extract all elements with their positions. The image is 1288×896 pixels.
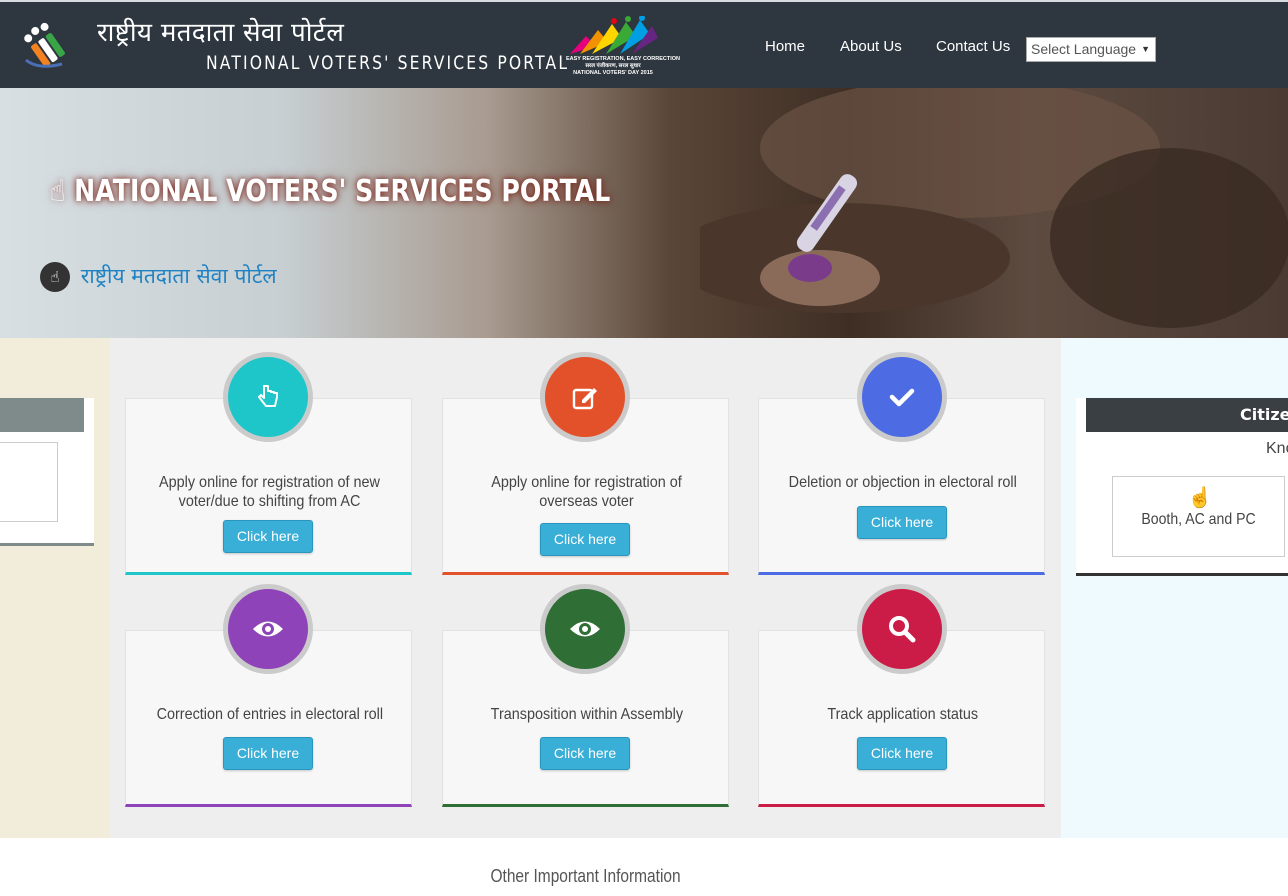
badge-line-1: EASY REGISTRATION, EASY CORRECTION (566, 56, 680, 62)
left-panel-card (0, 398, 94, 546)
service-icon-circle[interactable] (540, 352, 630, 442)
service-label-text: Track application status (827, 706, 978, 723)
finger-ink-image (700, 88, 1288, 328)
service-label: Correction of entries in electoral roll (142, 705, 397, 724)
banner-heading-english: ☝ NATIONAL VOTERS' SERVICES PORTAL (50, 174, 610, 209)
left-panel-header (0, 398, 84, 432)
service-label: Deletion or objection in electoral roll (775, 473, 1030, 492)
citizen-panel-subtitle: Kno (1266, 440, 1288, 457)
search-icon (889, 616, 916, 643)
service-icon-circle[interactable] (223, 584, 313, 674)
citizen-panel-title: Citizen (1086, 398, 1288, 432)
service-label-text: Transposition within Assembly (490, 706, 683, 723)
track-status-click-button[interactable]: Click here (857, 737, 947, 770)
service-label-text: Deletion or objection in electoral roll (788, 474, 1017, 491)
hand-pointer-icon (258, 385, 278, 407)
portal-title-hindi: राष्ट्रीय मतदाता सेवा पोर्टल (97, 18, 345, 48)
banner-heading-english-text: NATIONAL VOTERS' SERVICES PORTAL (74, 174, 611, 209)
service-label: Track application status (775, 705, 1030, 724)
service-label-text: Apply online for registration of new vot… (159, 474, 380, 510)
chevron-down-icon: ▼ (1141, 44, 1150, 54)
transposition-click-button[interactable]: Click here (540, 737, 630, 770)
service-icon-circle[interactable] (540, 584, 630, 674)
service-label: Apply online for registration of new vot… (142, 473, 397, 511)
badge-line-2: सरल पंजीकरण, सरल सुधार (585, 63, 641, 69)
language-select-value: Select Language (1031, 41, 1137, 57)
service-icon-circle[interactable] (857, 352, 947, 442)
edit-icon (572, 388, 597, 410)
badge-line-3: NATIONAL VOTERS' DAY 2015 (573, 70, 653, 76)
eye-icon (253, 621, 283, 637)
nav-about-us[interactable]: About Us (840, 38, 902, 55)
correction-click-button[interactable]: Click here (223, 737, 313, 770)
portal-title-english: NATIONAL VOTERS' SERVICES PORTAL (206, 52, 570, 74)
banner-heading-hindi-text: राष्ट्रीय मतदाता सेवा पोर्टल (80, 264, 277, 288)
service-icon-circle[interactable] (223, 352, 313, 442)
national-voters-day-badge: EASY REGISTRATION, EASY CORRECTION सरल प… (566, 15, 680, 78)
nav-contact-us[interactable]: Contact Us (936, 38, 1010, 55)
booth-ac-pc-link[interactable]: ☝ Booth, AC and PC (1112, 476, 1285, 557)
overseas-voter-click-button[interactable]: Click here (540, 523, 630, 556)
deletion-click-button[interactable]: Click here (857, 506, 947, 539)
service-label: Apply online for registration of oversea… (459, 473, 714, 511)
left-panel-box[interactable] (0, 442, 58, 522)
voters-day-logo-icon (570, 15, 658, 54)
other-important-information-text: Other Important Information (490, 866, 682, 886)
banner-heading-hindi: ☝ राष्ट्रीय मतदाता सेवा पोर्टल (40, 262, 277, 292)
service-label-text: Apply online for registration of oversea… (491, 474, 682, 510)
service-label-text: Correction of entries in electoral roll (156, 706, 383, 723)
nav-home[interactable]: Home (765, 38, 805, 55)
eye-icon (570, 621, 600, 637)
hand-pointer-icon: ☝ (1187, 487, 1213, 509)
hero-banner: ☝ NATIONAL VOTERS' SERVICES PORTAL ☝ राष… (0, 88, 1288, 338)
site-header: राष्ट्रीय मतदाता सेवा पोर्टल NATIONAL VO… (0, 0, 1288, 88)
hand-pointer-icon: ☝ (50, 174, 66, 209)
booth-ac-pc-label: Booth, AC and PC (1141, 511, 1256, 528)
service-icon-circle[interactable] (857, 584, 947, 674)
citizen-panel-card: Citizen Kno ☝ Booth, AC and PC (1076, 398, 1288, 576)
language-select[interactable]: Select Language ▼ (1026, 37, 1156, 62)
other-important-information-heading: Other Important Information (0, 866, 1172, 887)
service-label: Transposition within Assembly (459, 705, 714, 724)
check-icon (889, 388, 915, 407)
eci-logo-icon (24, 22, 65, 68)
new-voter-click-button[interactable]: Click here (223, 520, 313, 553)
hand-pointer-icon: ☝ (40, 262, 70, 292)
